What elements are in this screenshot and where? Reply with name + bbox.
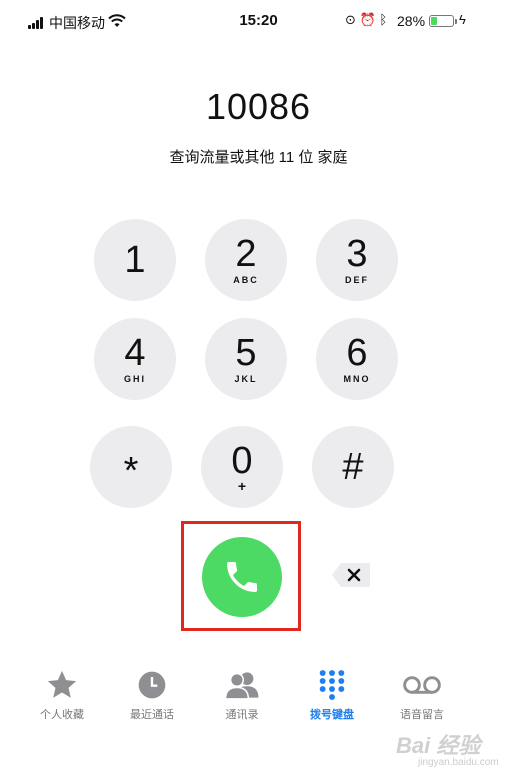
key-digit: 5 xyxy=(235,332,257,374)
tab-label: 通讯录 xyxy=(225,709,259,721)
tab-label: 拨号键盘 xyxy=(310,709,354,721)
number-hint[interactable]: 查询流量或其他 11 位 家庭 xyxy=(0,146,517,167)
delete-button[interactable] xyxy=(331,561,371,589)
key-0[interactable]: 0 + xyxy=(201,426,283,508)
tab-label: 语音留言 xyxy=(400,709,444,721)
key-letters: GHI xyxy=(123,374,146,384)
key-6[interactable]: 6 MNO xyxy=(316,318,398,400)
status-icons: ⊙ ⏰ ᛒ xyxy=(345,12,387,28)
key-digit: 0 xyxy=(231,440,253,482)
key-4[interactable]: 4 GHI xyxy=(94,318,176,400)
bluetooth-icon: ᛒ xyxy=(379,12,388,27)
keypad-icon xyxy=(292,666,372,700)
tab-contacts[interactable]: 通讯录 xyxy=(202,666,282,722)
key-digit: 2 xyxy=(235,233,257,275)
dialed-number[interactable]: 10086 xyxy=(0,86,517,128)
key-digit: 3 xyxy=(346,233,368,275)
alarm-icon: ⏰ xyxy=(359,12,376,27)
tab-favorites[interactable]: 个人收藏 xyxy=(22,666,102,722)
contacts-icon xyxy=(202,666,282,700)
call-button[interactable] xyxy=(202,537,282,617)
key-2[interactable]: 2 ABC xyxy=(205,219,287,301)
key-star[interactable]: * xyxy=(90,426,172,508)
key-letters: ABC xyxy=(233,275,259,285)
key-1[interactable]: 1 xyxy=(94,219,176,301)
key-letters: JKL xyxy=(234,374,258,384)
tab-recents[interactable]: 最近通话 xyxy=(112,666,192,722)
battery-percent: 28% xyxy=(397,13,426,29)
key-hash[interactable]: # xyxy=(312,426,394,508)
battery-tip xyxy=(455,19,457,24)
charging-icon: ϟ xyxy=(459,12,466,27)
key-5[interactable]: 5 JKL xyxy=(205,318,287,400)
battery-icon xyxy=(429,15,454,27)
key-digit: 6 xyxy=(346,332,368,374)
key-digit: # xyxy=(342,446,364,488)
key-letters: + xyxy=(237,478,247,494)
tab-keypad[interactable]: 拨号键盘 xyxy=(292,666,372,722)
rotation-lock-icon: ⊙ xyxy=(345,12,356,27)
key-3[interactable]: 3 DEF xyxy=(316,219,398,301)
key-digit: 1 xyxy=(124,239,146,281)
key-letters: MNO xyxy=(343,374,371,384)
status-bar: 中国移动 15:20 ⊙ ⏰ ᛒ 28% ϟ xyxy=(0,0,517,42)
clock-icon xyxy=(112,666,192,700)
tab-voicemail[interactable]: 语音留言 xyxy=(382,666,462,722)
watermark-url: jingyan.baidu.com xyxy=(418,757,499,768)
tab-label: 最近通话 xyxy=(130,709,174,721)
key-digit: * xyxy=(123,450,139,492)
phone-icon xyxy=(227,562,257,592)
tab-label: 个人收藏 xyxy=(40,709,84,721)
voicemail-icon xyxy=(382,666,462,700)
key-digit: 4 xyxy=(124,332,146,374)
watermark-logo: Bai 经验 xyxy=(396,733,481,758)
star-icon xyxy=(22,666,102,700)
key-letters: DEF xyxy=(345,275,369,285)
